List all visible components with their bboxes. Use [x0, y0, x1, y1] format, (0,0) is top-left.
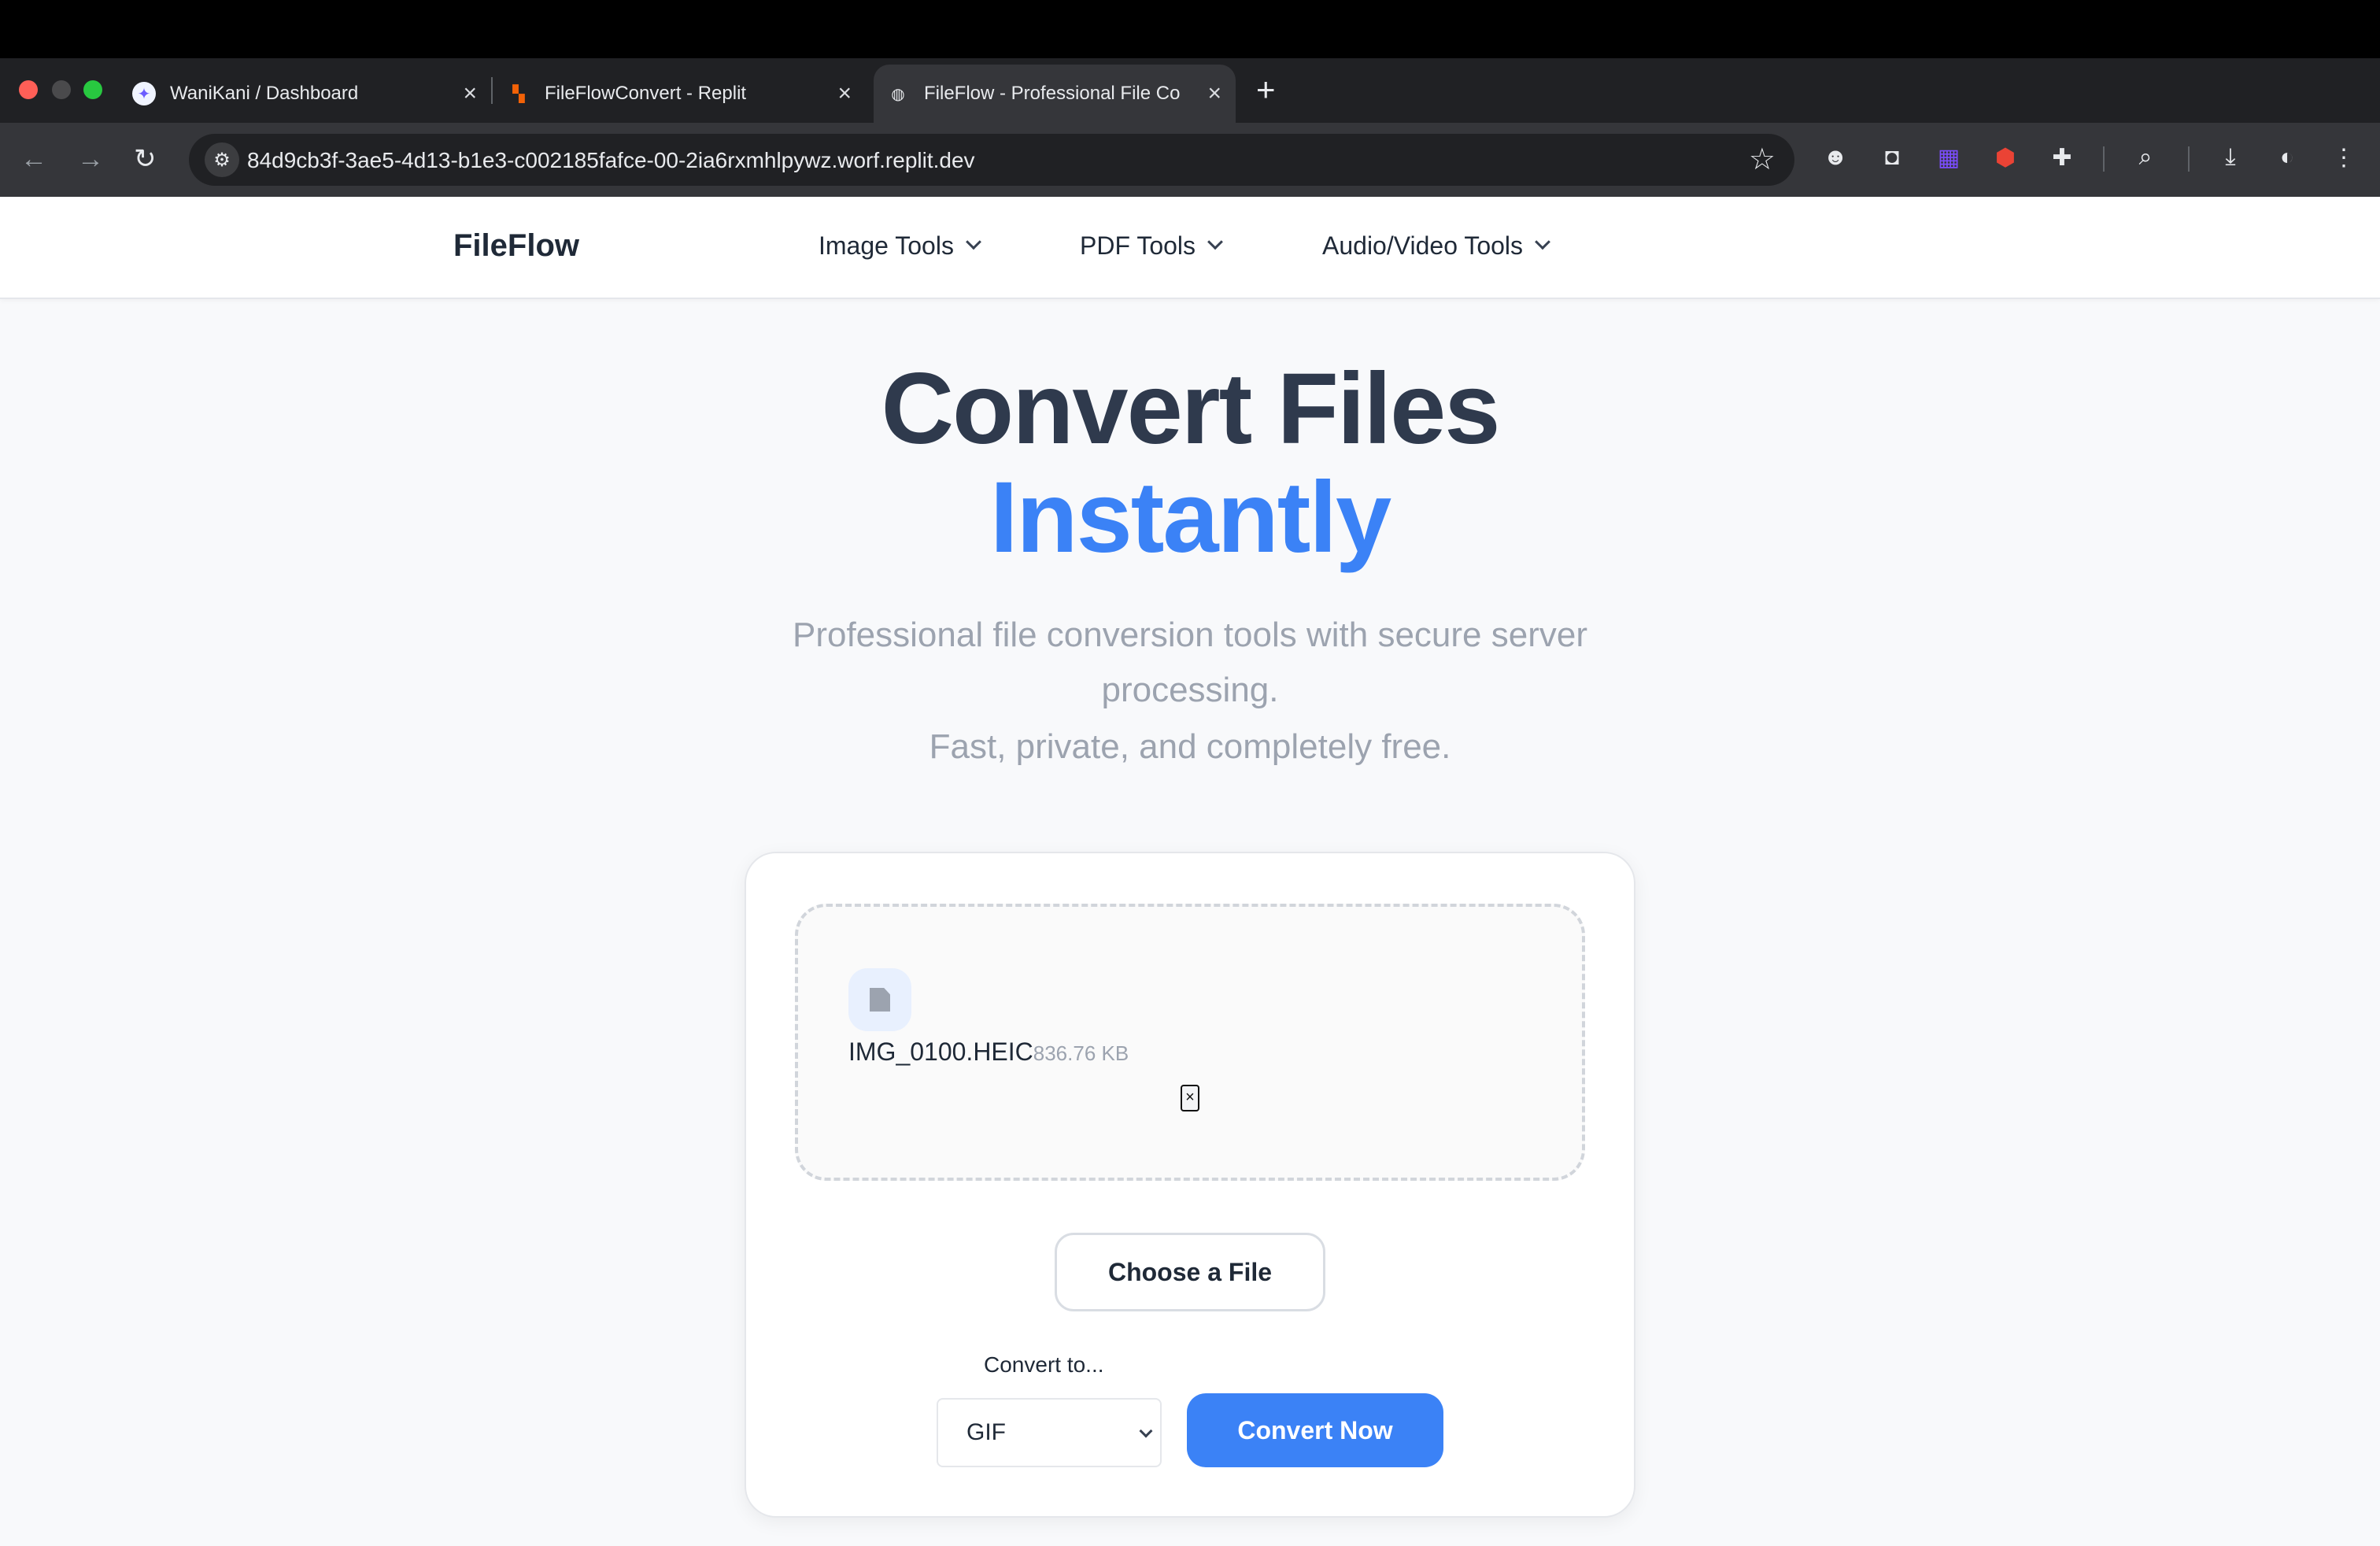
- back-icon[interactable]: ←: [20, 142, 47, 176]
- tasks-icon[interactable]: ▦: [1931, 140, 1966, 175]
- wanikani-icon: ✦: [132, 82, 156, 105]
- convert-to-label: Convert to...: [984, 1352, 1104, 1377]
- file-icon: [848, 968, 911, 1031]
- brand-logo[interactable]: FileFlow: [453, 228, 579, 264]
- url-text[interactable]: 84d9cb3f-3ae5-4d13-b1e3-c002185fafce-00-…: [247, 148, 975, 173]
- tab-wanikani[interactable]: ✦ WaniKani / Dashboard ×: [132, 65, 491, 123]
- chevron-down-icon: [1535, 233, 1550, 250]
- new-tab-button[interactable]: +: [1256, 72, 1276, 107]
- forward-icon[interactable]: →: [77, 142, 104, 176]
- tab-title: FileFlowConvert - Replit: [545, 83, 747, 104]
- close-window-button[interactable]: [19, 80, 38, 99]
- maximize-window-button[interactable]: [83, 80, 102, 99]
- file-name: IMG_0100.HEIC: [848, 1037, 1033, 1066]
- adblock-icon[interactable]: ⬢: [1988, 140, 2023, 175]
- selected-format: GIF: [966, 1419, 1006, 1445]
- hero-subtitle: Professional file conversion tools with …: [792, 616, 1587, 709]
- hero-title-accent: Instantly: [989, 461, 1391, 574]
- nav-label: PDF Tools: [1080, 231, 1196, 260]
- bookmark-star-icon[interactable]: ☆: [1749, 142, 1776, 177]
- hero-title: Convert Files: [881, 353, 1501, 465]
- tab-divider: [491, 77, 493, 104]
- nav-label: Image Tools: [819, 231, 954, 260]
- menu-kebab-icon[interactable]: ⋮: [2326, 140, 2361, 175]
- octocat-icon[interactable]: ☻: [1818, 140, 1853, 175]
- document-icon: [870, 988, 890, 1012]
- close-tab-icon[interactable]: ×: [463, 80, 477, 107]
- hero-subtitle-tagline: Fast, private, and completely free.: [929, 727, 1451, 766]
- nav-pdf-tools[interactable]: PDF Tools: [1080, 231, 1223, 261]
- chevron-down-icon: [1139, 1424, 1153, 1438]
- reload-icon[interactable]: ↻: [134, 142, 157, 176]
- minimize-window-button[interactable]: [52, 80, 71, 99]
- close-tab-icon[interactable]: ×: [837, 80, 852, 107]
- os-menubar: [0, 0, 2380, 58]
- reader-icon[interactable]: ◘: [1875, 140, 1909, 175]
- chevron-down-icon: [966, 233, 981, 250]
- nav-audio-video-tools[interactable]: Audio/Video Tools: [1322, 231, 1550, 261]
- globe-icon: ◍: [891, 85, 905, 103]
- convert-now-button[interactable]: Convert Now: [1187, 1393, 1443, 1467]
- tab-replit[interactable]: ▚ FileFlowConvert - Replit ×: [507, 65, 866, 123]
- replit-icon: ▚: [512, 85, 525, 103]
- format-select[interactable]: GIF: [937, 1398, 1162, 1467]
- selected-file: IMG_0100.HEIC836.76 KB: [848, 1037, 1129, 1067]
- download-icon[interactable]: ⤓: [2213, 140, 2248, 175]
- site-settings-icon[interactable]: ⚙: [205, 142, 239, 177]
- puzzle-icon[interactable]: ✚: [2045, 140, 2079, 175]
- close-tab-icon[interactable]: ×: [1207, 80, 1221, 107]
- nav-image-tools[interactable]: Image Tools: [819, 231, 981, 261]
- toolbar-divider: [2103, 146, 2105, 172]
- tab-title: WaniKani / Dashboard: [170, 83, 359, 104]
- toolbar-divider: [2188, 146, 2190, 172]
- chevron-down-icon: [1207, 233, 1223, 250]
- address-bar[interactable]: ⚙ 84d9cb3f-3ae5-4d13-b1e3-c002185fafce-0…: [189, 134, 1794, 186]
- lens-icon[interactable]: ⌕: [2128, 140, 2163, 175]
- choose-file-button[interactable]: Choose a File: [1055, 1233, 1325, 1311]
- tab-fileflow[interactable]: ◍ FileFlow - Professional File Co ×: [874, 65, 1236, 123]
- nav-label: Audio/Video Tools: [1322, 231, 1524, 260]
- profile-avatar[interactable]: ◐: [2270, 140, 2304, 175]
- remove-file-button[interactable]: ×: [1181, 1085, 1199, 1111]
- tab-title: FileFlow - Professional File Co: [924, 83, 1181, 104]
- file-size: 836.76 KB: [1033, 1041, 1129, 1065]
